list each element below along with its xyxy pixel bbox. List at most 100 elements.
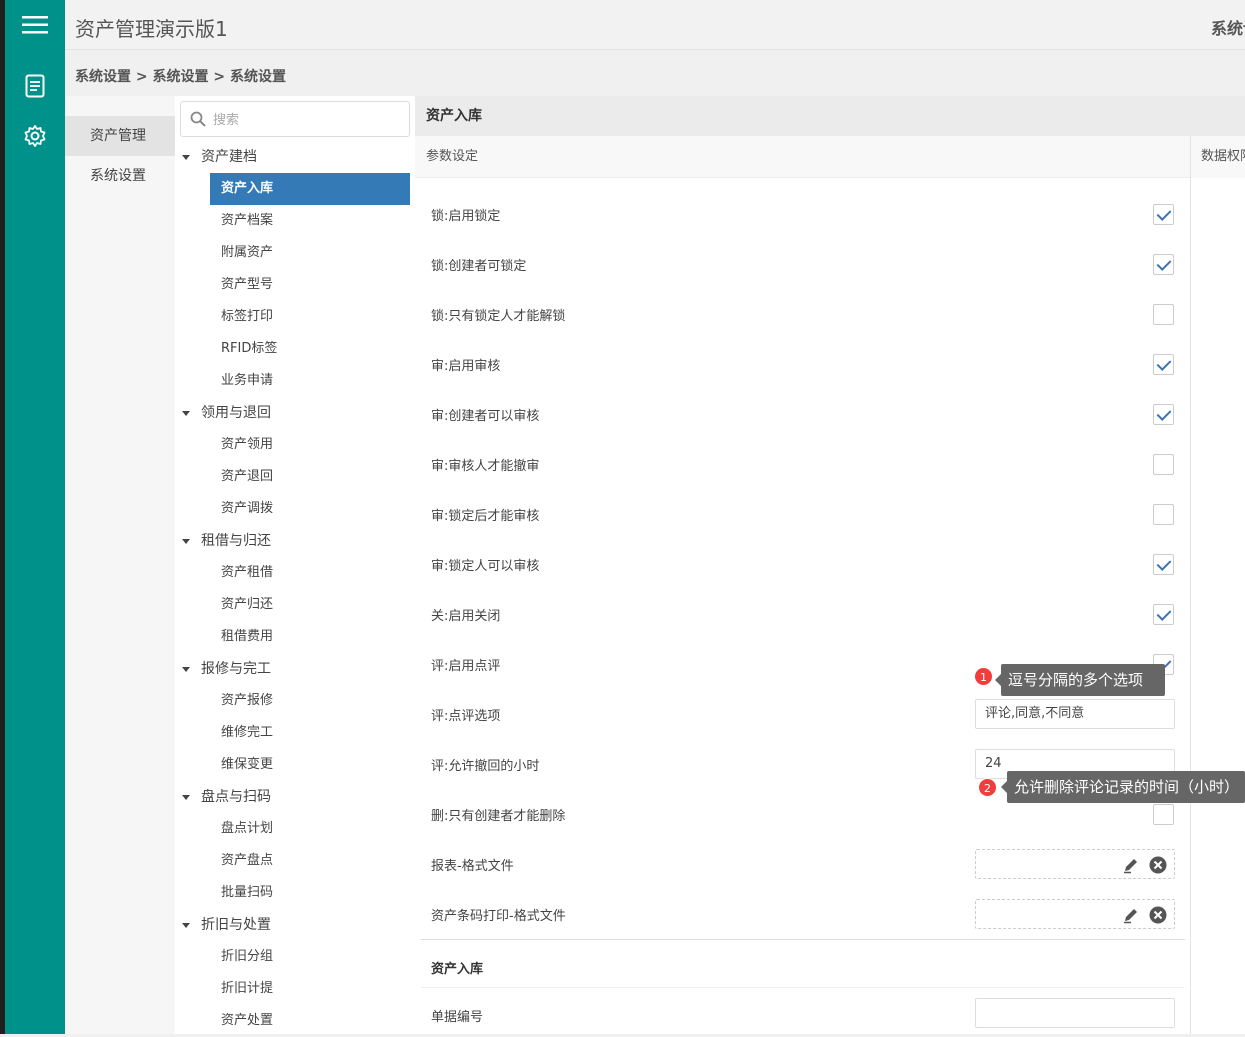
tree-group[interactable]: 租借与归还	[175, 525, 415, 557]
setting-label: 关:启用关闭	[431, 609, 501, 624]
file-picker[interactable]	[975, 849, 1175, 879]
setting-label: 报表-格式文件	[431, 859, 514, 874]
tree-group-label: 租借与归还	[201, 533, 271, 549]
search-icon	[190, 111, 206, 127]
tree-item[interactable]: 折旧分组	[175, 941, 415, 973]
tree-item[interactable]: 维修完工	[175, 717, 415, 749]
tree-group[interactable]: 资产建档	[175, 141, 415, 173]
checkbox-unchecked[interactable]	[1153, 504, 1174, 525]
tree-group-label: 领用与退回	[201, 405, 271, 421]
document-number-input[interactable]	[975, 998, 1175, 1028]
edit-icon[interactable]	[1122, 906, 1140, 924]
tree-item[interactable]: 批量扫码	[175, 877, 415, 909]
setting-row: 审:创建者可以审核	[415, 389, 1190, 439]
setting-row: 审:锁定后才能审核	[415, 489, 1190, 539]
menu-tree-panel: 资产建档资产入库资产档案附属资产资产型号标签打印RFID标签业务申请领用与退回资…	[175, 96, 415, 1034]
document-icon	[25, 74, 45, 98]
setting-row: 审:审核人才能撤审	[415, 439, 1190, 489]
setting-row: 审:锁定人可以审核	[415, 539, 1190, 589]
setting-text-input[interactable]: 评论,同意,不同意	[975, 699, 1175, 729]
tree-item[interactable]: 资产归还	[175, 589, 415, 621]
checkbox-unchecked[interactable]	[1153, 304, 1174, 325]
setting-label: 审:创建者可以审核	[431, 409, 540, 424]
caret-down-icon	[182, 411, 190, 416]
setting-label: 单据编号	[431, 1010, 484, 1025]
setting-label: 锁:只有锁定人才能解锁	[431, 309, 566, 324]
setting-row: 资产条码打印-格式文件	[415, 889, 1190, 939]
tree-group-label: 盘点与扫码	[201, 789, 271, 805]
module-panel: 资产管理 系统设置	[65, 96, 175, 1034]
setting-label: 审:锁定后才能审核	[431, 509, 540, 524]
tree-item[interactable]: 资产报修	[175, 685, 415, 717]
checkbox-checked[interactable]	[1153, 604, 1174, 625]
checkbox-unchecked[interactable]	[1153, 454, 1174, 475]
tree-item[interactable]: 资产租借	[175, 557, 415, 589]
tree-item[interactable]: 维保变更	[175, 749, 415, 781]
tree-item[interactable]: 租借费用	[175, 621, 415, 653]
tree-item[interactable]: 资产调拨	[175, 493, 415, 525]
document-nav-button[interactable]	[5, 66, 65, 106]
panel-title: 资产入库	[415, 96, 1245, 136]
setting-row: 锁:启用锁定	[415, 189, 1190, 239]
setting-row: 评:点评选项 评论,同意,不同意	[415, 689, 1190, 739]
tab-parameter-settings[interactable]: 参数设定	[415, 136, 1190, 178]
caret-down-icon	[182, 155, 190, 160]
checkbox-checked[interactable]	[1153, 554, 1174, 575]
checkbox-checked[interactable]	[1153, 254, 1174, 275]
tooltip-comment-options: 逗号分隔的多个选项	[995, 664, 1165, 696]
setting-row: 报表-格式文件	[415, 839, 1190, 889]
edit-icon[interactable]	[1122, 856, 1140, 874]
checkbox-checked[interactable]	[1153, 204, 1174, 225]
caret-down-icon	[182, 667, 190, 672]
module-item-system-settings[interactable]: 系统设置	[65, 156, 175, 196]
tree-item[interactable]: 折旧计提	[175, 973, 415, 1005]
setting-row: 审:启用审核	[415, 339, 1190, 389]
caret-down-icon	[182, 539, 190, 544]
file-picker[interactable]	[975, 899, 1175, 929]
data-permission-column: 数据权限	[1190, 136, 1245, 1034]
tree-item[interactable]: 业务申请	[175, 365, 415, 397]
top-bar: 资产管理演示版1 系统设	[65, 0, 1245, 50]
tree-item[interactable]: 标签打印	[175, 301, 415, 333]
section-asset-inbound: 资产入库 单据编号	[421, 939, 1185, 1036]
checkbox-checked[interactable]	[1153, 404, 1174, 425]
tree-item[interactable]: 资产盘点	[175, 845, 415, 877]
tooltip-withdraw-hours: 允许删除评论记录的时间（小时）	[1001, 771, 1245, 803]
tree-item[interactable]: 资产处置	[175, 1005, 415, 1037]
caret-down-icon	[182, 795, 190, 800]
hamburger-icon	[22, 16, 48, 34]
tree-group[interactable]: 折旧与处置	[175, 909, 415, 941]
tree-group[interactable]: 盘点与扫码	[175, 781, 415, 813]
tree-item[interactable]: 盘点计划	[175, 813, 415, 845]
tree-group[interactable]: 领用与退回	[175, 397, 415, 429]
setting-label: 审:锁定人可以审核	[431, 559, 540, 574]
tree-item[interactable]: 资产领用	[175, 429, 415, 461]
tree-group-label: 资产建档	[201, 149, 257, 165]
settings-nav-button[interactable]	[5, 116, 65, 156]
search-box	[180, 101, 410, 137]
setting-label: 资产条码打印-格式文件	[431, 909, 566, 924]
checkbox-checked[interactable]	[1153, 354, 1174, 375]
clear-icon[interactable]	[1149, 856, 1167, 874]
clear-icon[interactable]	[1149, 906, 1167, 924]
setting-label: 删:只有创建者才能删除	[431, 809, 566, 824]
tree-item[interactable]: 资产型号	[175, 269, 415, 301]
tab-data-permission[interactable]: 数据权限	[1191, 136, 1245, 178]
top-right-menu[interactable]: 系统设	[1211, 15, 1245, 39]
search-input[interactable]	[213, 110, 403, 130]
left-nav-bar	[0, 0, 65, 1034]
settings-list: 锁:启用锁定 锁:创建者可锁定 锁:只有锁定人才能解锁 审:启用审核 审:创建者可以审核…	[415, 189, 1190, 939]
tree-item[interactable]: 资产退回	[175, 461, 415, 493]
tree-item[interactable]: 资产入库	[210, 173, 410, 205]
menu-button[interactable]	[5, 0, 65, 50]
tree-group-label: 报修与完工	[201, 661, 271, 677]
app-title: 资产管理演示版1	[75, 17, 228, 41]
tree-group-label: 折旧与处置	[201, 917, 271, 933]
tree-item[interactable]: 附属资产	[175, 237, 415, 269]
tree-item[interactable]: 资产档案	[175, 205, 415, 237]
tree-group[interactable]: 报修与完工	[175, 653, 415, 685]
checkbox-unchecked[interactable]	[1153, 804, 1174, 825]
tree-item[interactable]: RFID标签	[175, 333, 415, 365]
setting-label: 审:启用审核	[431, 359, 501, 374]
module-item-asset-management[interactable]: 资产管理	[65, 116, 175, 156]
